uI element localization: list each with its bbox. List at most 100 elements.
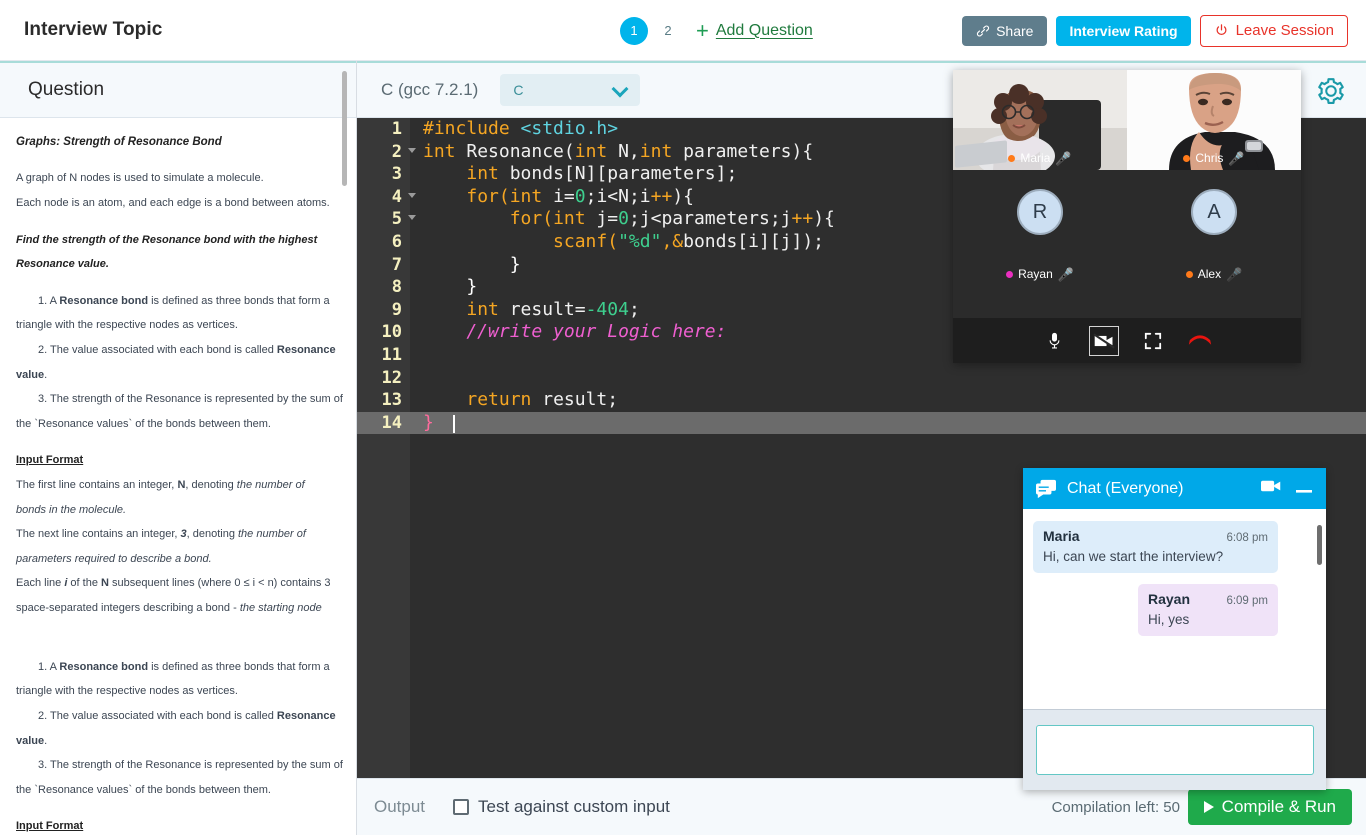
camera-off-icon <box>1093 333 1115 349</box>
chat-header-actions <box>1261 479 1312 498</box>
code-line-active[interactable]: 14 } <box>357 412 1366 435</box>
code-text: //write your Logic here: <box>423 321 726 344</box>
fold-arrow-icon[interactable] <box>408 148 416 153</box>
compile-and-run-button[interactable]: Compile & Run <box>1188 789 1352 825</box>
video-tile-chris[interactable]: Chris 🎤 <box>1127 70 1301 170</box>
leave-session-label: Leave Session <box>1236 22 1334 39</box>
participant-name-strip: Chris 🎤 <box>1127 151 1301 165</box>
participant-name: Alex <box>1198 267 1221 281</box>
chat-video-button[interactable] <box>1261 479 1282 498</box>
custom-input-label: Test against custom input <box>478 797 670 817</box>
participant-name: Maria <box>1020 151 1050 165</box>
status-dot <box>1183 155 1190 162</box>
camera-toggle-button[interactable] <box>1089 326 1119 356</box>
line-number: 12 <box>357 367 402 390</box>
code-text: } <box>423 276 477 299</box>
video-tile-alex[interactable]: A Alex 🎤 <box>1127 170 1301 286</box>
language-select[interactable]: C <box>500 74 640 106</box>
interview-rating-label: Interview Rating <box>1069 23 1177 39</box>
chat-scrollbar[interactable] <box>1317 525 1322 565</box>
fullscreen-icon <box>1144 332 1162 350</box>
chat-message-text: Hi, can we start the interview? <box>1043 549 1268 564</box>
question-tab-1[interactable]: 1 <box>620 17 648 45</box>
leave-session-button[interactable]: Leave Session <box>1200 15 1348 47</box>
line-number: 5 <box>357 208 402 231</box>
line-number: 13 <box>357 389 402 412</box>
chat-panel: Chat (Everyone) Maria 6:08 pm Hi, can we… <box>1023 468 1326 790</box>
fold-arrow-icon[interactable] <box>408 215 416 220</box>
chat-input[interactable] <box>1036 725 1314 775</box>
share-label: Share <box>996 23 1033 39</box>
mic-icon[interactable]: 🎤 <box>1055 152 1071 165</box>
custom-input-toggle[interactable]: Test against custom input <box>453 797 670 817</box>
question-rule-3-repeat: 3. The strength of the Resonance is repr… <box>16 758 339 774</box>
language-version-label: C (gcc 7.2.1) <box>381 80 478 100</box>
input-format-line-6: space-separated integers describing a bo… <box>16 601 339 617</box>
chat-header: Chat (Everyone) <box>1023 468 1326 509</box>
minimize-icon <box>1296 489 1312 493</box>
chevron-down-icon <box>612 81 629 98</box>
code-text: for(int i=0;i<N;i++){ <box>423 186 694 209</box>
chat-minimize-button[interactable] <box>1296 480 1312 498</box>
share-button[interactable]: Share <box>962 16 1047 46</box>
code-text: } <box>423 412 434 435</box>
question-heading: Graphs: Strength of Resonance Bond <box>16 134 339 150</box>
video-row-top: Maria 🎤 C <box>953 70 1301 170</box>
code-text: #include <stdio.h> <box>423 118 618 141</box>
code-text: int bonds[N][parameters]; <box>423 163 737 186</box>
input-format-line-4: parameters required to describe a bond. <box>16 552 339 568</box>
code-line[interactable]: 12 <box>357 367 1366 390</box>
hangup-icon <box>1187 334 1213 348</box>
question-rule-1-repeat-cont: triangle with the respective nodes as ve… <box>16 684 339 700</box>
question-rule-1: 1. A Resonance bond is defined as three … <box>16 294 339 310</box>
question-rule-2-cont: value. <box>16 368 339 384</box>
question-panel-scrollbar[interactable] <box>342 71 347 186</box>
line-number: 3 <box>357 163 402 186</box>
chat-message-text: Hi, yes <box>1148 612 1268 627</box>
question-intro-line-2: Each node is an atom, and each edge is a… <box>16 196 339 212</box>
mic-toggle-button[interactable] <box>1042 328 1068 354</box>
question-rule-2: 2. The value associated with each bond i… <box>16 343 339 359</box>
question-panel-title: Question <box>28 79 104 101</box>
video-tile-maria[interactable]: Maria 🎤 <box>953 70 1127 170</box>
chat-message-sender: Maria <box>1043 528 1080 544</box>
input-format-heading: Input Format <box>16 453 339 469</box>
add-question-button[interactable]: + Add Question <box>696 20 813 42</box>
hangup-button[interactable] <box>1187 328 1213 354</box>
chat-message: Maria 6:08 pm Hi, can we start the inter… <box>1033 521 1278 573</box>
chat-message-time: 6:09 pm <box>1226 595 1268 607</box>
checkbox-icon[interactable] <box>453 799 469 815</box>
compile-and-run-label: Compile & Run <box>1222 797 1336 817</box>
chat-message-list[interactable]: Maria 6:08 pm Hi, can we start the inter… <box>1023 509 1326 709</box>
header-actions: Share Interview Rating Leave Session <box>962 0 1348 61</box>
question-content: Graphs: Strength of Resonance Bond A gra… <box>0 118 357 835</box>
question-tab-2[interactable]: 2 <box>648 23 688 38</box>
code-line[interactable]: 13 return result; <box>357 389 1366 412</box>
language-select-value: C <box>513 82 523 98</box>
video-row-bottom: R Rayan 🎤 A Alex 🎤 <box>953 170 1301 286</box>
question-task-line-2: Resonance value. <box>16 257 339 273</box>
interview-rating-button[interactable]: Interview Rating <box>1056 16 1190 46</box>
status-dot <box>1006 271 1013 278</box>
question-rule-2-repeat: 2. The value associated with each bond i… <box>16 709 339 725</box>
input-format-heading-repeat: Input Format <box>16 819 339 835</box>
participant-name: Rayan <box>1018 267 1053 281</box>
settings-button[interactable] <box>1316 76 1348 108</box>
fullscreen-button[interactable] <box>1140 328 1166 354</box>
question-panel: Question Graphs: Strength of Resonance B… <box>0 61 357 835</box>
line-number: 7 <box>357 254 402 277</box>
input-format-line-3: The next line contains an integer, 3, de… <box>16 527 339 543</box>
gear-icon <box>1316 76 1346 106</box>
page-title: Interview Topic <box>24 19 162 41</box>
video-camera-icon <box>1261 479 1282 493</box>
fold-arrow-icon[interactable] <box>408 193 416 198</box>
text-caret <box>453 415 455 433</box>
question-rule-3-cont: the `Resonance values` of the bonds betw… <box>16 417 339 433</box>
mic-icon[interactable]: 🎤 <box>1228 152 1244 165</box>
mic-icon <box>1047 331 1062 351</box>
code-text: int Resonance(int N,int parameters){ <box>423 141 813 164</box>
mic-icon[interactable]: 🎤 <box>1058 268 1074 281</box>
video-tile-rayan[interactable]: R Rayan 🎤 <box>953 170 1127 286</box>
mic-muted-icon[interactable]: 🎤 <box>1226 268 1242 281</box>
question-nav: 1 2 + Add Question <box>620 0 813 61</box>
